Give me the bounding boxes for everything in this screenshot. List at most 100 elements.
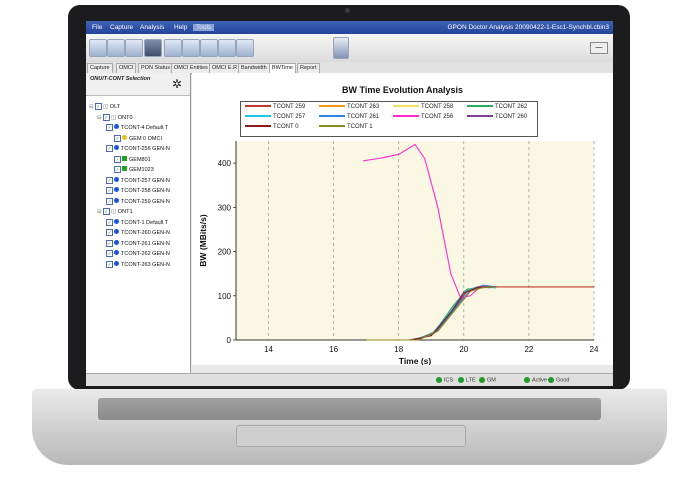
- toolbar: —: [86, 34, 613, 63]
- gem-icon: [122, 155, 127, 161]
- tree-checkbox[interactable]: ✓: [106, 187, 113, 194]
- tree-checkbox[interactable]: ✓: [106, 124, 113, 131]
- tree-node[interactable]: ✓ GEM 0 OMCI: [113, 134, 162, 144]
- onu-icon: ◫: [101, 104, 110, 110]
- status-led-icon: [479, 377, 485, 383]
- status-label: Good: [556, 377, 570, 384]
- tree-node[interactable]: ✓ TCONT-257 GEN-N: [105, 176, 170, 186]
- tree-node-label: TCONT-258 GEN-N: [121, 188, 170, 194]
- tcont-icon: [114, 187, 119, 192]
- menu-capture[interactable]: Capture: [110, 24, 133, 31]
- tcont-icon: [122, 134, 127, 140]
- status-led-icon: [548, 377, 554, 383]
- tree-node-label: ONT1: [117, 209, 133, 215]
- tree-node[interactable]: ✓ TCONT-261 GEN-N: [105, 239, 170, 249]
- stats-icon[interactable]: [182, 39, 200, 57]
- expand-icon[interactable]: ⊟: [97, 209, 102, 215]
- tree-node-label: TCONT-1 Default T: [121, 219, 169, 226]
- settings-icon[interactable]: ✲: [172, 77, 182, 91]
- x-tick-label: 16: [329, 345, 338, 354]
- tree-node[interactable]: ✓ TCONT-4 Default T: [105, 124, 168, 133]
- tree-node[interactable]: ✓ TCONT-262 GEN-N: [105, 250, 170, 259]
- save-icon[interactable]: [107, 39, 125, 57]
- x-axis-label: Time (s): [399, 356, 432, 365]
- tree-node[interactable]: ✓ TCONT-1 Default T: [105, 218, 169, 228]
- y-tick-label: 0: [227, 336, 232, 345]
- tree-node-label: TCONT-4 Default T: [121, 125, 169, 131]
- x-tick-label: 14: [264, 345, 273, 354]
- tree-checkbox[interactable]: ✓: [106, 250, 113, 257]
- tree-node[interactable]: ⊟ ✓ ◫ ONT0: [97, 113, 133, 123]
- tree-node-label: GEM1023: [129, 167, 154, 173]
- tree-checkbox[interactable]: ✓: [106, 239, 113, 247]
- title-bar: File Capture Analysis Help Tools GPON Do…: [86, 21, 613, 34]
- tree-node[interactable]: ⊟ ✓ ◫ ONT1: [97, 208, 133, 217]
- minimize-button[interactable]: —: [590, 42, 608, 54]
- expand-icon[interactable]: ⊟: [89, 104, 94, 110]
- status-led-icon: [524, 377, 530, 383]
- tree-node[interactable]: ⊟ ✓ ◫ OLT: [89, 103, 120, 112]
- tree-checkbox[interactable]: ✓: [102, 113, 110, 121]
- onu-icon: ◫: [109, 209, 118, 215]
- tcont-icon: [114, 124, 119, 129]
- tree-node-label: TCONT-259 GEN-N: [121, 198, 170, 205]
- tree-checkbox[interactable]: ✓: [114, 155, 121, 163]
- expand-icon[interactable]: ⊟: [97, 115, 102, 121]
- menu-analysis[interactable]: Analysis: [140, 24, 164, 31]
- tree-checkbox[interactable]: ✓: [114, 134, 121, 142]
- tcont-icon: [114, 239, 119, 245]
- open-icon[interactable]: [89, 39, 107, 57]
- app-window: File Capture Analysis Help Tools GPON Do…: [86, 21, 613, 386]
- onu-icon: ◫: [109, 114, 118, 121]
- tree-checkbox[interactable]: ✓: [114, 166, 121, 173]
- tab-bar: Capture OMCI PON Status OMCI Entities OM…: [86, 62, 613, 74]
- tree-checkbox[interactable]: ✓: [106, 197, 113, 205]
- tree-node-label: OLT: [109, 104, 121, 110]
- x-tick-label: 22: [524, 345, 533, 354]
- menu-help[interactable]: Help: [174, 24, 187, 31]
- report-icon[interactable]: [218, 39, 236, 57]
- tree-checkbox[interactable]: ✓: [106, 260, 113, 268]
- gem-icon: [122, 166, 127, 171]
- plot-area: [236, 141, 594, 340]
- sidebar-header: ONU/T-CONT Selection ✲: [86, 73, 190, 96]
- status-item: ICS: [436, 377, 453, 383]
- gpon-icon[interactable]: [144, 39, 162, 57]
- bw-time-chart: 14 16 18 20 22 24 0 100 200 300 400 Time (s) BW (MBi…: [198, 141, 599, 365]
- chart-icon[interactable]: [200, 39, 218, 57]
- tree-checkbox[interactable]: ✓: [102, 208, 110, 215]
- tree-node[interactable]: ✓ GEM801: [113, 155, 151, 165]
- tree-node[interactable]: ✓ TCONT-256 GEN-N: [105, 145, 170, 154]
- tree-checkbox[interactable]: ✓: [94, 103, 102, 110]
- print-icon[interactable]: [236, 39, 254, 57]
- status-label: LTE: [466, 377, 476, 384]
- menu-file[interactable]: File: [92, 24, 102, 31]
- tree-node[interactable]: ✓ TCONT-260 GEN-N: [105, 229, 170, 238]
- chart-panel: BW Time Evolution Analysis TCONT 259 TCON…: [192, 73, 613, 365]
- tree-node-label: GEM801: [129, 156, 151, 163]
- device-icon[interactable]: [333, 37, 349, 59]
- export-icon[interactable]: [125, 39, 143, 57]
- tree-node-label: TCONT-256 GEN-N: [121, 146, 170, 152]
- menu-tools[interactable]: Tools: [193, 24, 215, 31]
- status-label: Active: [532, 377, 547, 384]
- tree-checkbox[interactable]: ✓: [106, 229, 113, 236]
- filter-icon[interactable]: [164, 39, 182, 57]
- keyboard: [98, 398, 601, 420]
- tree-node-label: TCONT-260 GEN-N: [121, 230, 170, 236]
- tree-node[interactable]: ✓ TCONT-263 GEN-N: [105, 260, 170, 270]
- y-tick-label: 200: [218, 248, 232, 257]
- y-tick-label: 100: [218, 292, 232, 301]
- tree-checkbox[interactable]: ✓: [106, 176, 113, 184]
- tree-node[interactable]: ✓ GEM1023: [113, 166, 154, 175]
- tree-node-label: ONT0: [117, 114, 133, 121]
- status-led-icon: [458, 377, 464, 383]
- webcam: [345, 8, 350, 13]
- status-led-icon: [436, 377, 442, 383]
- x-tick-label: 18: [394, 345, 403, 354]
- tree-node[interactable]: ✓ TCONT-258 GEN-N: [105, 187, 170, 196]
- tree-node[interactable]: ✓ TCONT-259 GEN-N: [105, 197, 170, 207]
- trackpad: [236, 425, 466, 447]
- tree-checkbox[interactable]: ✓: [106, 145, 113, 152]
- tree-checkbox[interactable]: ✓: [106, 218, 113, 226]
